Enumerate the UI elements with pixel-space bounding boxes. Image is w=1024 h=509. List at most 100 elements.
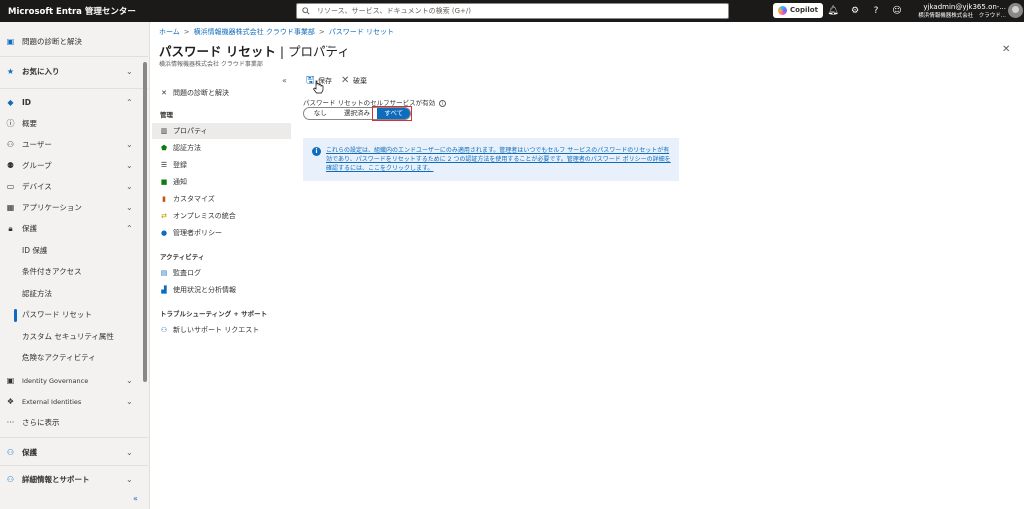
sspr-label-text: パスワード リセットのセルフサービスが有効 [303,99,436,107]
nav-label: さらに表示 [22,418,60,427]
gear-icon[interactable]: ⚙ [849,5,861,17]
breadcrumb: ホーム > 横浜情報機器株式会社 クラウド事業部 > パスワード リセット [159,28,395,36]
diagnose-icon: ▣ [6,37,15,46]
info-icon: ● [160,229,168,237]
menu-audit-logs[interactable]: ▤ 監査ログ [152,265,291,281]
breadcrumb-tenant[interactable]: 横浜情報機器株式会社 クラウド事業部 [194,28,315,36]
chevron-down-icon: ⌄ [126,67,133,76]
menu-notifications[interactable]: ■ 通知 [152,174,291,190]
menu-diagnose[interactable]: ✕ 問題の診断と解決 [152,85,291,101]
discard-label: 破棄 [353,76,367,85]
info-icon: ⓘ [6,119,15,128]
nav-identity[interactable]: ◆ ID ⌃ [0,92,140,113]
nav-custom-security[interactable]: カスタム セキュリティ属性 [0,326,140,347]
chart-icon: ▟ [161,286,167,294]
highlight-box [372,106,412,121]
nav-label: Identity Governance [22,376,89,385]
chevron-down-icon: ⌄ [126,448,133,457]
nav-applications[interactable]: ▦ アプリケーション ⌄ [0,197,140,218]
wrench-icon: ✕ [161,89,167,97]
discard-button[interactable]: ✕ 破棄 [341,74,367,87]
nav-users[interactable]: ⚇ ユーザー ⌄ [0,134,140,155]
menu-label: 新しいサポート リクエスト [173,326,260,334]
nav-overview[interactable]: ⓘ 概要 [0,113,140,134]
nav-label: 概要 [22,119,37,128]
nav-protect[interactable]: ⚇ 保護 ⌄ [0,442,140,463]
nav-conditional-access[interactable]: 条件付きアクセス [0,261,140,282]
nav-label: 条件付きアクセス [22,267,82,276]
more-options-button[interactable]: ··· [322,42,332,53]
menu-admin-policy[interactable]: ● 管理者ポリシー [152,225,291,241]
copilot-button[interactable]: Copilot [773,3,823,18]
list-icon: ☰ [160,161,168,169]
section-support: トラブルシューティング + サポート [160,310,268,318]
nav-devices[interactable]: ▭ デバイス ⌄ [0,176,140,197]
governance-icon: ▣ [6,376,15,385]
apps-icon: ▦ [6,203,15,212]
divider [0,88,148,89]
support-icon: ⚇ [160,326,168,334]
log-icon: ▤ [160,269,168,277]
menu-registration[interactable]: ☰ 登録 [152,157,291,173]
breadcrumb-home[interactable]: ホーム [159,28,180,36]
avatar[interactable] [1008,3,1023,18]
nav-auth-methods[interactable]: 認証方法 [0,283,140,304]
menu-onprem[interactable]: ⇄ オンプレミスの統合 [152,208,291,224]
bell-icon[interactable]: 🔔︎ [827,5,839,17]
more-icon: ··· [6,418,15,427]
menu-new-support-request[interactable]: ⚇ 新しいサポート リクエスト [152,322,291,338]
user-icon: ⚇ [6,140,15,149]
nav-label: 問題の診断と解決 [22,37,82,46]
left-nav: ▣ 問題の診断と解決 ★ お気に入り ⌄ ◆ ID ⌃ ⓘ 概要 ⚇ ユーザー … [0,22,150,509]
page-title-main: パスワード リセット [159,44,276,59]
chevron-down-icon: ⌄ [126,182,133,191]
nav-label: お気に入り [22,67,60,76]
star-icon: ★ [6,67,15,76]
nav-diagnose[interactable]: ▣ 問題の診断と解決 [0,31,140,52]
collapse-menu-button[interactable]: « [282,76,287,85]
info-icon: i [312,147,321,156]
nav-favorites[interactable]: ★ お気に入り ⌄ [0,61,140,82]
nav-password-reset[interactable]: パスワード リセット [0,304,140,325]
info-icon[interactable]: i [439,100,447,107]
nav-show-more[interactable]: ··· さらに表示 [0,412,140,433]
menu-label: 管理者ポリシー [173,229,222,237]
nav-learn-support[interactable]: ⚇ 詳細情報とサポート ⌄ [0,469,140,490]
protect-icon: ⚇ [6,448,15,457]
top-bar: Microsoft Entra 管理センター リソース、サービス、ドキュメントの… [0,0,1024,22]
info-banner-link[interactable]: これらの設定は、組織内のエンドユーザーにのみ適用されます。管理者はいつでもセルフ… [326,146,674,173]
close-icon[interactable]: ✕ [1002,44,1010,55]
chevron-down-icon: ⌄ [126,376,133,385]
nav-label: 危険なアクティビティ [22,353,96,362]
close-icon: ✕ [341,74,350,86]
option-none[interactable]: なし [304,108,337,119]
nav-identity-governance[interactable]: ▣ Identity Governance ⌄ [0,370,140,391]
help-icon[interactable]: ? [870,5,882,17]
nav-label: パスワード リセット [22,310,92,319]
menu-usage-insights[interactable]: ▟ 使用状況と分析情報 [152,282,291,298]
nav-external-identities[interactable]: ❖ External Identities ⌄ [0,391,140,412]
nav-protection[interactable]: 🔒︎ 保護 ⌃ [0,218,140,239]
nav-risky-activity[interactable]: 危険なアクティビティ [0,347,140,368]
nav-scrollbar[interactable] [143,62,147,382]
menu-label: 登録 [173,161,187,169]
menu-label: 使用状況と分析情報 [173,286,236,294]
nav-groups[interactable]: ⚉ グループ ⌄ [0,155,140,176]
chevron-up-icon: ⌃ [126,98,133,107]
menu-label: オンプレミスの統合 [173,212,236,220]
chevron-down-icon: ⌄ [126,475,133,484]
account-info[interactable]: yjkadmin@yjk365.on-... 横浜情報機器株式会社 クラウド..… [906,3,1006,20]
page-subtitle: 横浜情報機器株式会社 クラウド事業部 [159,61,263,68]
feedback-icon[interactable]: ☺ [891,5,903,17]
account-email: yjkadmin@yjk365.on-... [923,3,1006,11]
search-input[interactable]: リソース、サービス、ドキュメントの検索 (G+/) [296,3,729,19]
collapse-nav-button[interactable]: « [133,494,138,503]
nav-label: グループ [22,161,52,170]
app-title[interactable]: Microsoft Entra 管理センター [8,5,136,17]
menu-auth-methods[interactable]: ⬟ 認証方法 [152,140,291,156]
breadcrumb-password-reset[interactable]: パスワード リセット [329,28,394,36]
menu-customize[interactable]: ▮ カスタマイズ [152,191,291,207]
nav-id-protection[interactable]: ID 保護 [0,240,140,261]
menu-label: 認証方法 [173,144,201,152]
menu-properties[interactable]: ▥ プロパティ [152,123,291,139]
